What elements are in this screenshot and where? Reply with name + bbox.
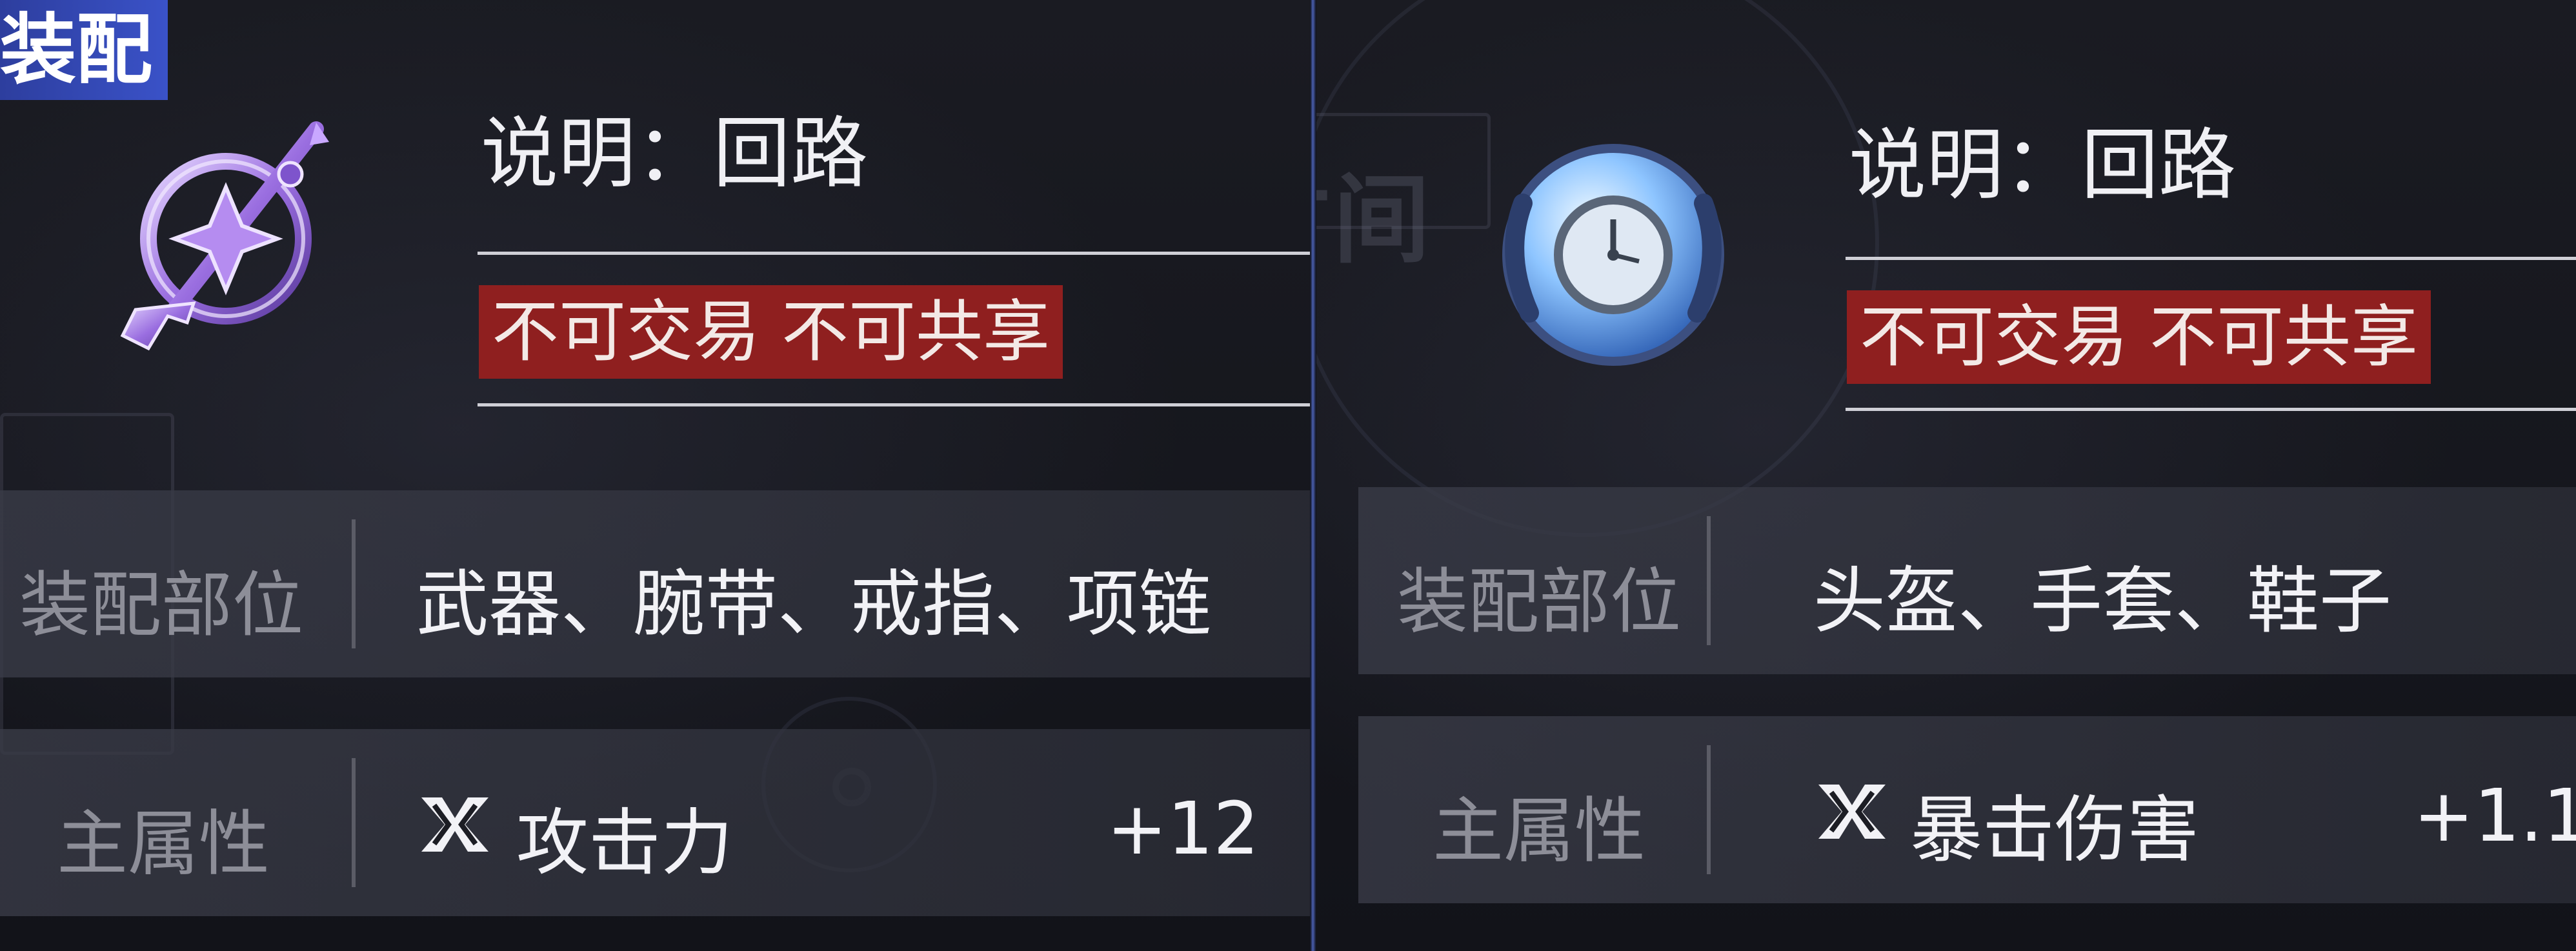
crossed-swords-icon <box>1818 785 1886 839</box>
divider-line <box>1846 408 2576 411</box>
main-stat-value: +12 <box>1107 787 1260 871</box>
panel-divider <box>1310 0 1316 951</box>
background-ornament: 时间 <box>1316 165 1434 277</box>
equip-slot-value: 武器、腕带、戒指、项链 <box>416 563 1211 646</box>
main-stat-row: 主属性 攻击力 +12 <box>0 729 1310 916</box>
category-tag: 装配 <box>0 0 168 100</box>
divider-line <box>1846 257 2576 260</box>
item-tooltip-left: 装配 说明：回路 不可交易 不可共享 装配部位 武器、腕带、戒指、项链 主属性 <box>0 0 1310 951</box>
main-stat-label: 主属性 <box>1433 790 1645 872</box>
row-separator <box>352 758 356 887</box>
divider-line <box>478 403 1310 406</box>
blue-clock-orb-icon <box>1502 144 1724 366</box>
item-tooltip-right: 时间 说明：回路 不可交易 不可共享 装配部位 头盔、手套、鞋子 主属性 <box>1316 0 2576 951</box>
equip-slot-row: 装配部位 武器、腕带、戒指、项链 <box>0 490 1310 677</box>
main-stat-name: 暴击伤害 <box>1910 788 2199 872</box>
purple-key-icon <box>120 121 329 351</box>
main-stat-name: 攻击力 <box>516 801 733 885</box>
equip-slot-label: 装配部位 <box>19 564 303 646</box>
item-description: 说明：回路 <box>481 109 868 199</box>
main-stat-value: +1.1 <box>2413 774 2576 858</box>
main-stat-row: 主属性 暴击伤害 +1.1 <box>1358 716 2576 903</box>
crossed-swords-icon <box>421 797 488 852</box>
equip-slot-row: 装配部位 头盔、手套、鞋子 <box>1358 487 2576 674</box>
row-separator <box>352 519 356 648</box>
restriction-badge: 不可交易 不可共享 <box>479 285 1063 379</box>
row-separator <box>1707 745 1711 874</box>
equip-slot-value: 头盔、手套、鞋子 <box>1813 559 2391 643</box>
divider-line <box>478 252 1310 255</box>
equip-slot-label: 装配部位 <box>1397 561 1681 643</box>
row-separator <box>1707 516 1711 645</box>
restriction-badge: 不可交易 不可共享 <box>1847 290 2431 384</box>
main-stat-label: 主属性 <box>57 803 270 885</box>
item-description: 说明：回路 <box>1849 121 2236 210</box>
